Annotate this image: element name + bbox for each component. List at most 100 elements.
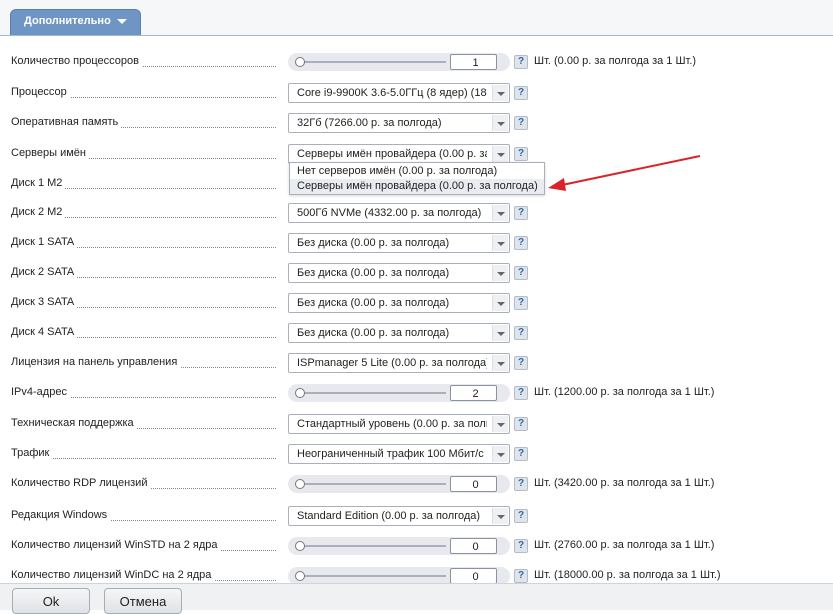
field-label: Количество лицензий WinSTD на 2 ядра <box>11 539 221 551</box>
field-label: Количество лицензий WinDC на 2 ядра <box>11 569 215 581</box>
slider-track <box>300 545 446 547</box>
support-select[interactable]: Стандартный уровень (0.00 р. за полго <box>288 414 510 434</box>
field-label: Диск 1 M2 <box>11 177 66 189</box>
field-label: Редакция Windows <box>11 509 111 521</box>
panel-license-select[interactable]: ISPmanager 5 Lite (0.00 р. за полгода) <box>288 353 510 373</box>
tab-bar: Дополнительно <box>0 0 833 36</box>
select-value: Core i9-9900K 3.6-5.0ГГц (8 ядер) (1847 <box>297 87 487 99</box>
ok-button[interactable]: Ok <box>12 588 90 614</box>
ipv4-slider[interactable] <box>288 384 510 402</box>
select-value: Standard Edition (0.00 р. за полгода) <box>297 510 481 522</box>
help-icon[interactable]: ? <box>514 116 528 130</box>
winstd-slider[interactable] <box>288 537 510 555</box>
help-icon[interactable]: ? <box>514 206 528 220</box>
disk3-sata-select[interactable]: Без диска (0.00 р. за полгода) <box>288 293 510 313</box>
help-icon[interactable]: ? <box>514 296 528 310</box>
chevron-down-icon[interactable] <box>492 355 508 371</box>
chevron-down-icon <box>116 18 127 24</box>
cpu-count-input[interactable] <box>450 54 497 70</box>
chevron-down-icon[interactable] <box>492 325 508 341</box>
chevron-down-icon[interactable] <box>492 446 508 462</box>
field-label: Серверы имён <box>11 147 89 159</box>
tab-label: Дополнительно <box>24 15 111 27</box>
disk4-sata-select[interactable]: Без диска (0.00 р. за полгода) <box>288 323 510 343</box>
chevron-down-icon[interactable] <box>492 115 508 131</box>
disk2-m2-select[interactable]: 500Гб NVMe (4332.00 р. за полгода) <box>288 203 510 223</box>
field-label: Оперативная память <box>11 116 122 128</box>
slider-handle[interactable] <box>295 571 305 581</box>
field-label: Техническая поддержка <box>11 417 137 429</box>
slider-handle[interactable] <box>295 388 305 398</box>
winstd-count-input[interactable] <box>450 538 497 554</box>
slider-track <box>300 61 446 63</box>
tab-additional[interactable]: Дополнительно <box>10 9 141 35</box>
row-ipv4: IPv4-адрес ? Шт. (1200.00 р. за полгода … <box>0 383 833 403</box>
chevron-down-icon[interactable] <box>492 508 508 524</box>
row-traffic: Трафик Неограниченный трафик 100 Мбит/с … <box>0 444 833 464</box>
chevron-down-icon[interactable] <box>492 265 508 281</box>
select-value: 32Гб (7266.00 р. за полгода) <box>297 117 442 129</box>
slider-track <box>300 392 446 394</box>
select-value: ISPmanager 5 Lite (0.00 р. за полгода) <box>297 357 487 369</box>
help-icon[interactable]: ? <box>514 417 528 431</box>
unit-price-text: Шт. (1200.00 р. за полгода за 1 Шт.) <box>534 386 715 398</box>
row-disk2-m2: Диск 2 M2 500Гб NVMe (4332.00 р. за полг… <box>0 203 833 223</box>
field-label: Диск 4 SATA <box>11 326 78 338</box>
chevron-down-icon[interactable] <box>492 85 508 101</box>
windc-count-input[interactable] <box>450 568 497 584</box>
chevron-down-icon[interactable] <box>492 416 508 432</box>
row-disk2-sata: Диск 2 SATA Без диска (0.00 р. за полгод… <box>0 263 833 283</box>
chevron-down-icon[interactable] <box>492 146 508 162</box>
cpu-count-slider[interactable] <box>288 53 510 71</box>
help-icon[interactable]: ? <box>514 447 528 461</box>
row-ram: Оперативная память 32Гб (7266.00 р. за п… <box>0 113 833 133</box>
disk2-sata-select[interactable]: Без диска (0.00 р. за полгода) <box>288 263 510 283</box>
help-icon[interactable]: ? <box>514 55 528 69</box>
help-icon[interactable]: ? <box>514 86 528 100</box>
help-icon[interactable]: ? <box>514 356 528 370</box>
footer-bar: Ok Отмена <box>0 583 833 614</box>
help-icon[interactable]: ? <box>514 386 528 400</box>
rdp-count-input[interactable] <box>450 476 497 492</box>
select-value: Стандартный уровень (0.00 р. за полго <box>297 418 487 430</box>
help-icon[interactable]: ? <box>514 266 528 280</box>
select-value: Без диска (0.00 р. за полгода) <box>297 237 450 249</box>
chevron-down-icon[interactable] <box>492 295 508 311</box>
field-label: IPv4-адрес <box>11 386 70 398</box>
row-disk3-sata: Диск 3 SATA Без диска (0.00 р. за полгод… <box>0 293 833 313</box>
field-label: Диск 3 SATA <box>11 296 78 308</box>
unit-price-text: Шт. (3420.00 р. за полгода за 1 Шт.) <box>534 477 715 489</box>
select-value: Неограниченный трафик 100 Мбит/с <box>297 448 484 460</box>
unit-price-text: Шт. (0.00 р. за полгода за 1 Шт.) <box>534 55 697 67</box>
help-icon[interactable]: ? <box>514 569 528 583</box>
select-value: 500Гб NVMe (4332.00 р. за полгода) <box>297 207 482 219</box>
nameservers-select[interactable]: Серверы имён провайдера (0.00 р. за п <box>288 144 510 164</box>
help-icon[interactable]: ? <box>514 509 528 523</box>
field-label: Количество процессоров <box>11 55 142 67</box>
dropdown-option-highlighted[interactable]: Серверы имён провайдера (0.00 р. за полг… <box>290 179 544 194</box>
dropdown-option[interactable]: Нет серверов имён (0.00 р. за полгода) <box>290 164 544 179</box>
traffic-select[interactable]: Неограниченный трафик 100 Мбит/с <box>288 444 510 464</box>
processor-select[interactable]: Core i9-9900K 3.6-5.0ГГц (8 ядер) (1847 <box>288 83 510 103</box>
disk1-sata-select[interactable]: Без диска (0.00 р. за полгода) <box>288 233 510 253</box>
help-icon[interactable]: ? <box>514 539 528 553</box>
rdp-slider[interactable] <box>288 475 510 493</box>
row-disk1-sata: Диск 1 SATA Без диска (0.00 р. за полгод… <box>0 233 833 253</box>
cancel-button[interactable]: Отмена <box>104 588 182 614</box>
chevron-down-icon[interactable] <box>492 235 508 251</box>
help-icon[interactable]: ? <box>514 236 528 250</box>
row-windows-edition: Редакция Windows Standard Edition (0.00 … <box>0 506 833 526</box>
help-icon[interactable]: ? <box>514 326 528 340</box>
slider-handle[interactable] <box>295 541 305 551</box>
unit-price-text: Шт. (2760.00 р. за полгода за 1 Шт.) <box>534 539 715 551</box>
help-icon[interactable]: ? <box>514 147 528 161</box>
windows-edition-select[interactable]: Standard Edition (0.00 р. за полгода) <box>288 506 510 526</box>
slider-handle[interactable] <box>295 479 305 489</box>
field-label: Процессор <box>11 86 70 98</box>
chevron-down-icon[interactable] <box>492 205 508 221</box>
ipv4-count-input[interactable] <box>450 385 497 401</box>
row-disk4-sata: Диск 4 SATA Без диска (0.00 р. за полгод… <box>0 323 833 343</box>
help-icon[interactable]: ? <box>514 477 528 491</box>
slider-handle[interactable] <box>295 57 305 67</box>
ram-select[interactable]: 32Гб (7266.00 р. за полгода) <box>288 113 510 133</box>
